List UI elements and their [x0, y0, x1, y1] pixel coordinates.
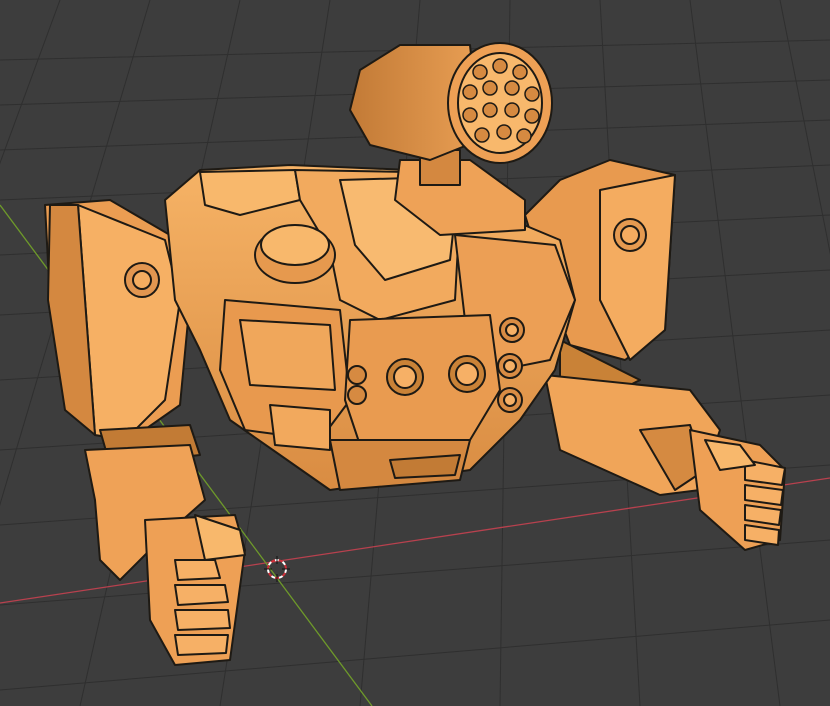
side-guns — [497, 317, 525, 413]
viewport-canvas[interactable] — [0, 0, 830, 706]
chin-plate — [389, 454, 461, 479]
right-arm[interactable] — [524, 159, 786, 551]
mech-robot-model[interactable] — [44, 42, 786, 666]
3d-viewport[interactable] — [0, 0, 830, 706]
